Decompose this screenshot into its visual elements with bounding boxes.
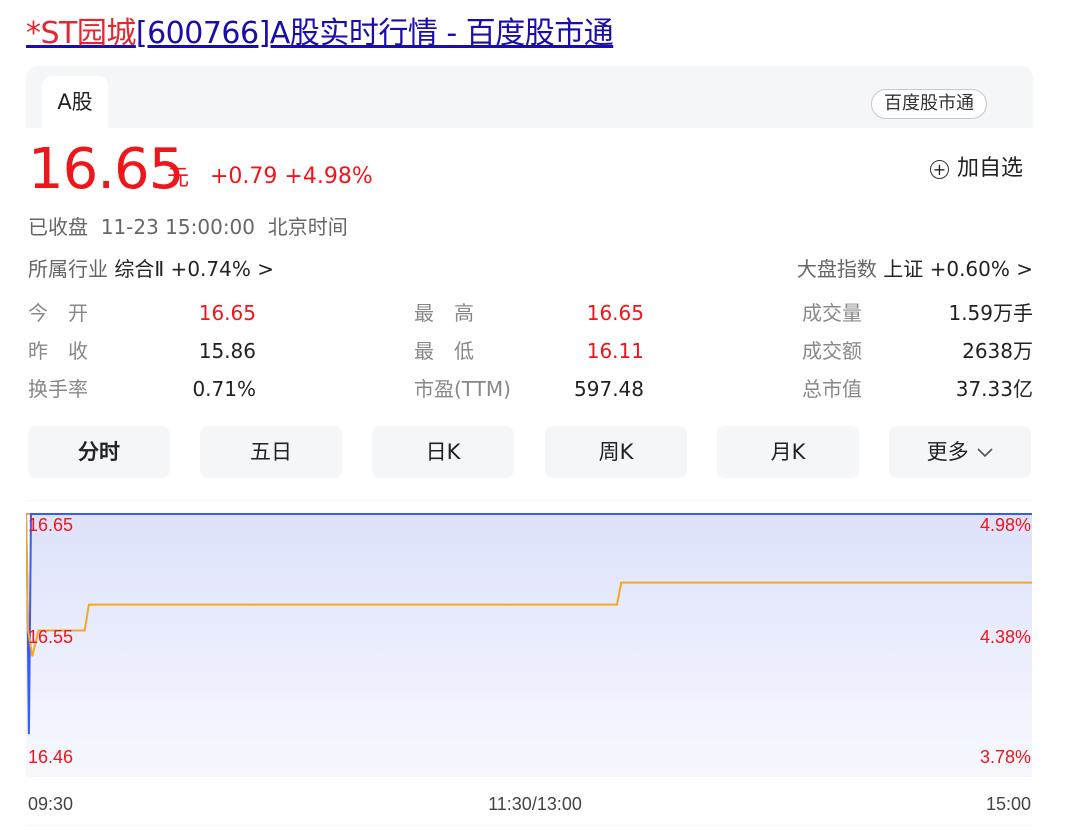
price-area (26, 514, 1032, 776)
stat-value: 16.65 (198, 301, 256, 325)
stat-label: 换手率 (28, 377, 88, 401)
plus-circle-icon: + (930, 159, 949, 179)
tab-monthly-k[interactable]: 月K (717, 426, 859, 478)
stat-value: 16.11 (586, 339, 644, 363)
index-label: 大盘指数 (796, 257, 877, 281)
tab-five-day[interactable]: 五日 (200, 426, 342, 478)
y-tick-label: 16.65 (28, 515, 73, 535)
stat-value: 37.33亿 (955, 377, 1033, 401)
stat-value: 16.65 (586, 301, 644, 325)
stat-value: 0.71% (192, 377, 256, 401)
stock-name: *ST园城 (26, 16, 136, 51)
chart-svg: 16.65 16.55 16.46 4.98% 4.38% 3.78% 09:30 11:30… (25, 499, 1033, 827)
market-status: 已收盘 11-23 15:00:00 北京时间 (28, 215, 348, 239)
stat-label: 成交量 (802, 301, 862, 325)
stat-value: 15.86 (198, 339, 256, 363)
stat-label: 最 高 (414, 301, 474, 325)
industry-value: 综合Ⅱ +0.74% > (114, 257, 274, 281)
stat-label: 市盈(TTM) (414, 377, 511, 401)
stat-label: 成交额 (802, 339, 862, 363)
add-watchlist-label: 加自选 (957, 156, 1024, 181)
page-title-link[interactable]: *ST园城[600766]A股实时行情 - 百度股市通 (26, 14, 614, 54)
tab-more[interactable]: 更多 (889, 426, 1031, 478)
source-badge[interactable]: 百度股市通 (871, 89, 987, 119)
x-tick-label: 09:30 (28, 794, 73, 814)
stat-label: 今 开 (28, 301, 88, 325)
pct-tick-label: 4.38% (980, 627, 1031, 647)
intraday-chart[interactable]: 16.65 16.55 16.46 4.98% 4.38% 3.78% 09:30 11:30… (25, 499, 1033, 827)
stat-label: 昨 收 (28, 339, 88, 363)
stat-label: 总市值 (802, 377, 862, 401)
tab-daily-k[interactable]: 日K (372, 426, 514, 478)
x-tick-label: 11:30/13:00 (488, 794, 582, 814)
price-unit: 元 (167, 166, 190, 191)
title-rest: [600766]A股实时行情 - 百度股市通 (135, 16, 614, 51)
pct-tick-label: 3.78% (980, 747, 1031, 767)
index-value: 上证 +0.60% > (883, 257, 1033, 281)
stat-value: 1.59万手 (948, 301, 1033, 325)
tab-more-label: 更多 (926, 440, 969, 464)
industry-label: 所属行业 (28, 257, 108, 281)
x-tick-label: 15:00 (986, 794, 1031, 814)
chevron-down-icon (977, 448, 993, 458)
pct-tick-label: 4.98% (980, 515, 1031, 535)
stat-value: 597.48 (574, 377, 644, 401)
y-tick-label: 16.46 (28, 747, 73, 767)
price-change: +0.79 +4.98% (210, 164, 373, 189)
stat-value: 2638万 (962, 339, 1033, 363)
tab-weekly-k[interactable]: 周K (545, 426, 687, 478)
market-index-link[interactable]: 大盘指数 上证 +0.60% > (797, 254, 1033, 284)
tab-intraday[interactable]: 分时 (28, 426, 170, 478)
stat-label: 最 低 (414, 339, 474, 363)
add-watchlist-button[interactable]: + 加自选 (930, 154, 1023, 184)
y-tick-label: 16.55 (28, 627, 73, 647)
industry-link[interactable]: 所属行业 综合Ⅱ +0.74% > (28, 254, 274, 284)
tab-a-share[interactable]: A股 (42, 76, 108, 128)
current-price: 16.65 (28, 137, 184, 202)
